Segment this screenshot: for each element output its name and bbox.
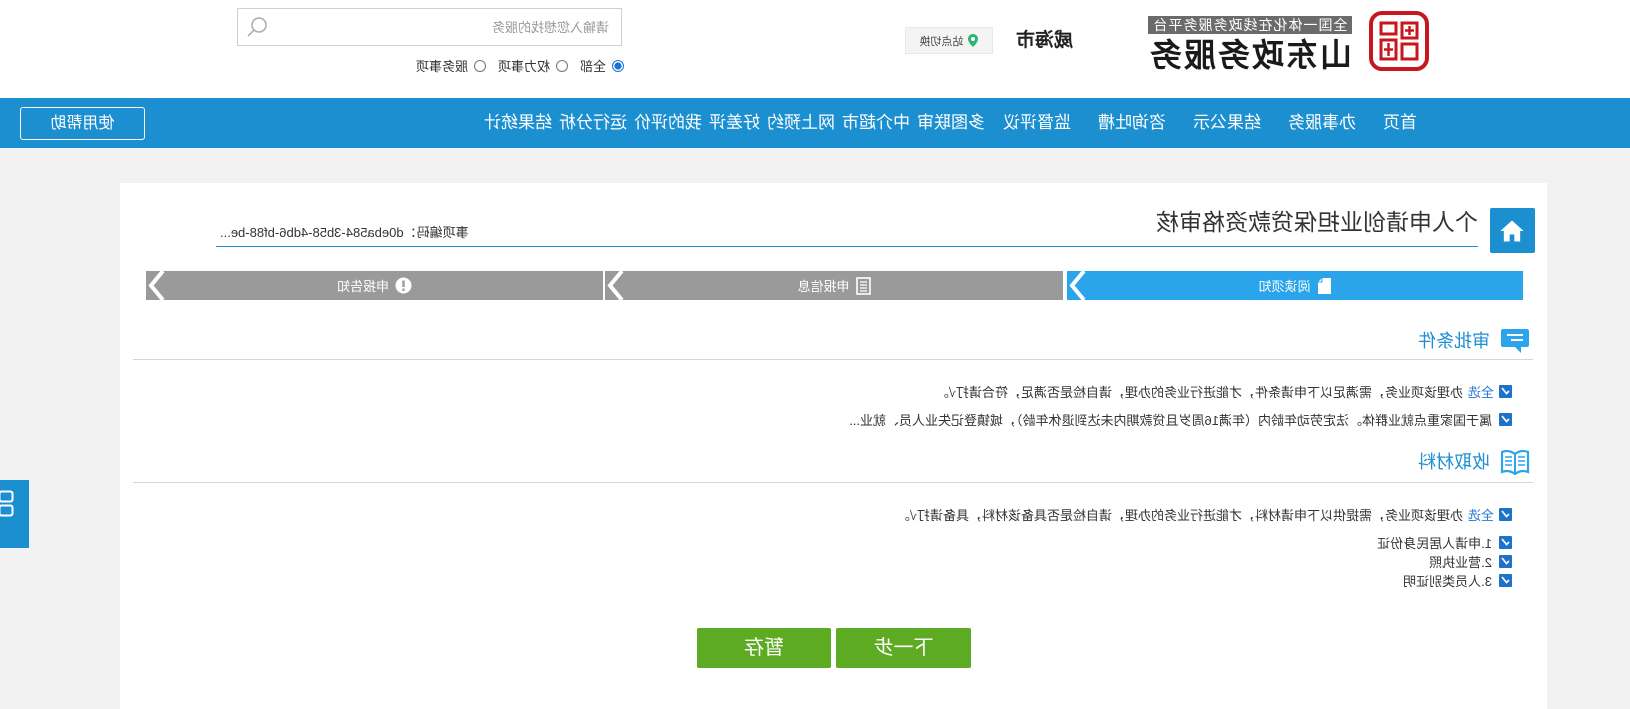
scope-label-all: 全部	[579, 59, 606, 74]
site-switch-label: 站点切换	[919, 35, 964, 48]
material-text: 2.营业执照	[1429, 554, 1492, 570]
step-chevron-icon	[1069, 271, 1086, 300]
site-header: 全国一体化在线政务服务平台 山东政务服务 威海市 站点切换 全部	[0, 0, 1630, 98]
material-item: 3.人员类别证明	[1403, 572, 1512, 589]
check-icon	[1501, 415, 1510, 423]
step-label: 阅读须知	[1258, 279, 1311, 294]
materials-intro: 办理该项业务，需提供以下申请材料，才能进行业务的办理，请自检是否具备该材料，具备…	[896, 507, 1463, 523]
material-checkbox[interactable]	[1499, 554, 1512, 568]
scope-label-power: 权力事项	[497, 59, 550, 74]
materials-divider	[133, 482, 1533, 483]
scope-option-all[interactable]: 全部	[580, 56, 624, 75]
material-checkbox[interactable]	[1499, 573, 1512, 587]
step-read-notice[interactable]: 阅读须知	[1067, 271, 1523, 300]
location-pin-icon	[968, 34, 979, 47]
content-card	[120, 183, 1547, 709]
conditions-intro: 办理该项业务，需满足以下申请条件，才能进行业务的办理，请自检是否满足，符合请打√…	[935, 384, 1463, 400]
form-list-icon	[855, 276, 871, 295]
step-label: 申报告知	[337, 279, 390, 294]
material-text: 3.人员类别证明	[1403, 573, 1492, 589]
help-button[interactable]: 使用帮助	[20, 107, 145, 140]
chat-bubble-icon	[1501, 329, 1529, 353]
nav-items: 首页 办事服务 结果公示 咨询吐槽 监督评议 多图联审 中介超市 网上预约 好差…	[477, 98, 1417, 148]
search-scope-options: 全部 权力事项 服务事项	[404, 57, 624, 74]
scope-radio-all[interactable]	[612, 59, 624, 72]
nav-item-supervise[interactable]: 监督评议	[1003, 98, 1071, 148]
check-icon	[1501, 387, 1510, 395]
conditions-select-all-row: 全选 办理该项业务，需满足以下申请条件，才能进行业务的办理，请自检是否满足，符合…	[935, 382, 1512, 401]
title-underline	[216, 246, 1478, 247]
logo-seal-icon	[1369, 11, 1429, 71]
platform-tagline: 全国一体化在线政务服务平台	[1148, 16, 1352, 34]
grid-icon	[0, 490, 14, 517]
home-button[interactable]	[1490, 208, 1535, 253]
nav-item-analysis[interactable]: 运行分析	[559, 98, 627, 148]
condition-text: 属于国家重点就业群体。法定劳动年龄内（年满16周岁且贷款期内未达到退休年龄），城…	[849, 412, 1492, 428]
save-draft-button[interactable]: 暂存	[697, 628, 831, 668]
site-name: 山东政务服务	[1147, 37, 1352, 73]
step-declare-info[interactable]: 申报信息	[605, 271, 1063, 300]
materials-title: 收取材料	[1418, 452, 1490, 472]
material-item: 2.营业执照	[1429, 553, 1512, 570]
scope-option-service[interactable]: 服务事项	[416, 56, 486, 75]
select-all-link[interactable]: 全选	[1468, 505, 1494, 524]
home-icon	[1500, 220, 1525, 241]
nav-item-results[interactable]: 结果公示	[1193, 98, 1261, 148]
current-city: 威海市	[1015, 30, 1073, 51]
nav-item-statistics[interactable]: 结果统计	[484, 98, 552, 148]
condition-checkbox[interactable]	[1499, 412, 1512, 426]
material-checkbox[interactable]	[1499, 535, 1512, 549]
nav-item-rating[interactable]: 好差评	[709, 98, 760, 148]
scope-radio-service[interactable]	[473, 59, 486, 72]
nav-item-appointment[interactable]: 网上预约	[767, 98, 835, 148]
nav-item-consult[interactable]: 咨询吐槽	[1098, 98, 1166, 148]
search-box	[237, 8, 622, 46]
material-item: 1.申请人居民身份证	[1377, 534, 1512, 551]
check-icon	[1501, 538, 1510, 546]
page: 全国一体化在线政务服务平台 山东政务服务 威海市 站点切换 全部	[0, 0, 1630, 709]
matter-title: 个人申请创业担保贷款资格审核	[1156, 209, 1478, 235]
select-all-checkbox[interactable]	[1499, 507, 1512, 521]
site-switch-button[interactable]: 站点切换	[905, 27, 993, 54]
book-icon	[1500, 449, 1530, 476]
check-icon	[1501, 510, 1510, 518]
search-icon[interactable]	[246, 16, 268, 38]
step-declare-notice[interactable]: 申报告知	[146, 271, 603, 300]
material-text: 1.申请人居民身份证	[1377, 535, 1492, 551]
search-input[interactable]	[281, 9, 621, 45]
scope-option-power[interactable]: 权力事项	[498, 56, 568, 75]
step-label: 申报信息	[797, 279, 850, 294]
exclamation-circle-icon	[395, 277, 412, 294]
check-icon	[1501, 557, 1510, 565]
next-step-button[interactable]: 下一步	[836, 628, 971, 668]
step-chevron-icon	[607, 271, 624, 300]
scope-label-service: 服务事项	[415, 59, 468, 74]
matter-code: 事项编码：d0eba584-3b58-4db6-bf88-be...	[220, 225, 469, 240]
nav-item-joint-review[interactable]: 多图联审	[917, 98, 985, 148]
nav-item-agency-market[interactable]: 中介超市	[842, 98, 910, 148]
step-chevron-icon	[148, 271, 165, 300]
nav-item-services[interactable]: 办事服务	[1288, 98, 1356, 148]
conditions-title: 审批条件	[1418, 331, 1490, 351]
select-all-checkbox[interactable]	[1499, 384, 1512, 398]
conditions-heading: 审批条件	[1418, 326, 1530, 356]
materials-select-all-row: 全选 办理该项业务，需提供以下申请材料，才能进行业务的办理，请自检是否具备该材料…	[896, 505, 1512, 524]
select-all-link[interactable]: 全选	[1468, 382, 1494, 401]
conditions-divider	[133, 359, 1533, 360]
check-icon	[1501, 576, 1510, 584]
document-icon	[1317, 277, 1332, 295]
floating-side-tab[interactable]	[0, 480, 29, 548]
scope-radio-power[interactable]	[555, 59, 568, 72]
condition-item: 属于国家重点就业群体。法定劳动年龄内（年满16周岁且贷款期内未达到退休年龄），城…	[849, 411, 1512, 428]
site-logo[interactable]: 全国一体化在线政务服务平台 山东政务服务	[1148, 10, 1430, 73]
nav-item-home[interactable]: 首页	[1383, 98, 1417, 148]
nav-item-my-rating[interactable]: 我的评价	[634, 98, 702, 148]
main-nav: 首页 办事服务 结果公示 咨询吐槽 监督评议 多图联审 中介超市 网上预约 好差…	[0, 98, 1630, 148]
materials-heading: 收取材料	[1418, 447, 1530, 477]
